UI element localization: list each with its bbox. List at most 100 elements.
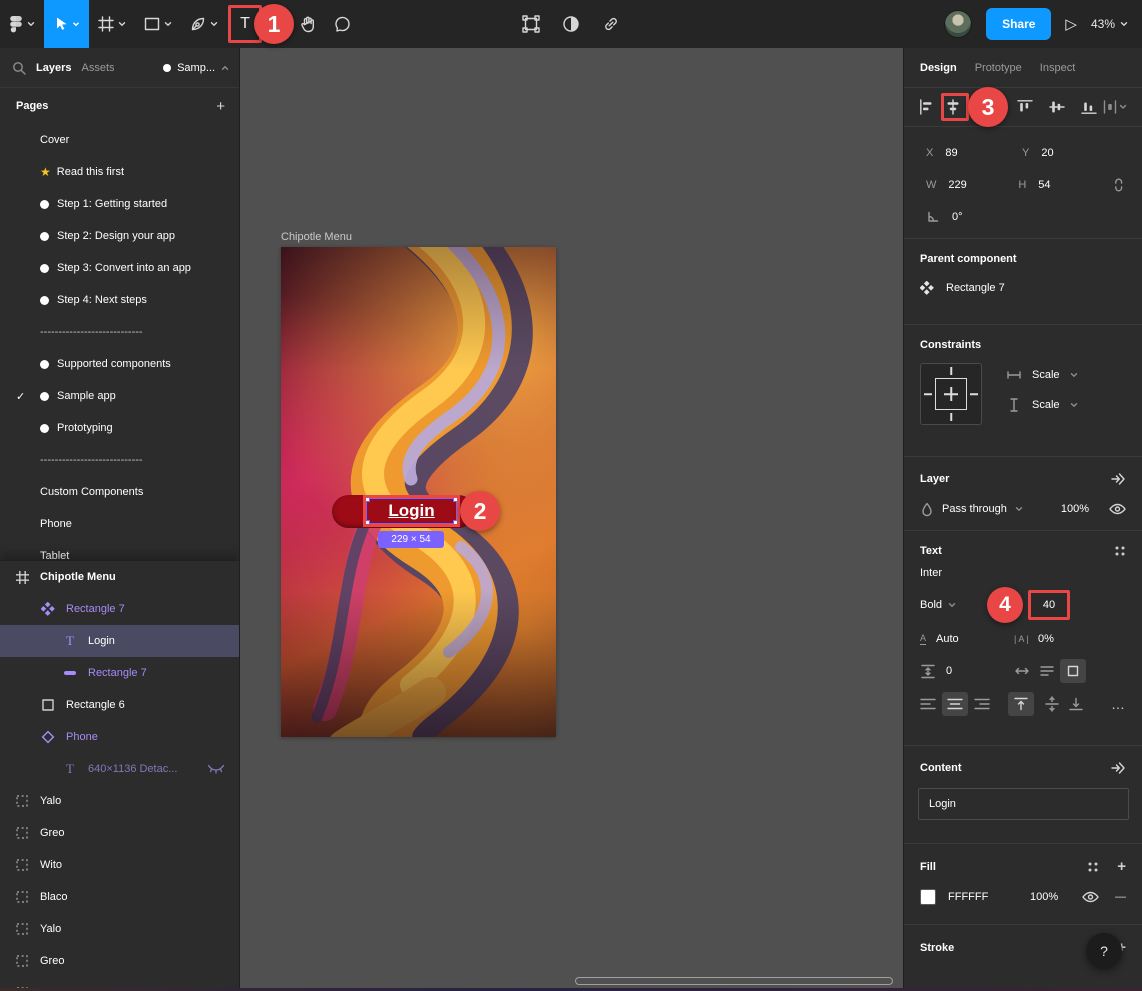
layer-row-chipotle-menu[interactable]: Chipotle Menu bbox=[0, 561, 239, 593]
layer-row-rectangle7-component[interactable]: Rectangle 7 bbox=[0, 593, 239, 625]
share-button[interactable]: Share bbox=[986, 8, 1052, 40]
avatar[interactable] bbox=[944, 10, 973, 38]
layer-row-wito[interactable]: Wito bbox=[0, 849, 239, 881]
edit-object-icon[interactable] bbox=[522, 15, 540, 33]
tab-design[interactable]: Design bbox=[920, 62, 957, 74]
page-item-cover[interactable]: Cover bbox=[0, 124, 239, 156]
font-weight-select[interactable]: Bold bbox=[920, 599, 942, 611]
shape-tool[interactable] bbox=[135, 0, 181, 48]
page-item-sample-app[interactable]: ✓ Sample app bbox=[0, 380, 239, 412]
tab-prototype[interactable]: Prototype bbox=[975, 62, 1022, 74]
constrain-proportions-icon[interactable] bbox=[1111, 177, 1126, 193]
text-align-right-icon[interactable] bbox=[974, 696, 990, 712]
tab-layers[interactable]: Layers bbox=[36, 62, 71, 74]
hidden-eye-icon[interactable] bbox=[207, 764, 225, 774]
layer-row-rectangle7[interactable]: Rectangle 7 bbox=[0, 657, 239, 689]
height-field[interactable]: H 54 bbox=[1018, 179, 1110, 191]
page-item-phone[interactable]: Phone bbox=[0, 508, 239, 540]
comment-tool[interactable] bbox=[325, 0, 360, 48]
type-details-button[interactable]: … bbox=[1111, 696, 1126, 712]
layer-row-blaco[interactable]: Blaco bbox=[0, 881, 239, 913]
add-fill-icon[interactable]: + bbox=[1117, 858, 1126, 875]
letter-spacing-value[interactable]: 0% bbox=[1038, 633, 1054, 645]
horizontal-scrollbar[interactable] bbox=[575, 977, 893, 985]
page-item-prototyping[interactable]: Prototyping bbox=[0, 412, 239, 444]
x-field[interactable]: X 89 bbox=[926, 147, 1022, 159]
paragraph-spacing-value[interactable]: 0 bbox=[946, 665, 952, 677]
zoom-control[interactable]: 43% bbox=[1091, 17, 1128, 31]
page-item-step1[interactable]: Step 1: Getting started bbox=[0, 188, 239, 220]
align-horizontal-center-icon[interactable] bbox=[945, 99, 961, 115]
eye-icon[interactable] bbox=[1082, 891, 1099, 903]
layer-row-greo-1[interactable]: Greo bbox=[0, 817, 239, 849]
page-item-divider[interactable]: ---------------------------- bbox=[0, 444, 239, 476]
align-left-icon[interactable] bbox=[919, 99, 935, 115]
page-selector[interactable]: Samp... bbox=[163, 62, 229, 74]
main-menu-button[interactable] bbox=[0, 0, 44, 48]
canvas[interactable]: Chipotle Menu Login 2 229 × 54 bbox=[240, 48, 903, 991]
layer-opacity-value[interactable]: 100% bbox=[1061, 503, 1089, 515]
blend-mode-row[interactable]: Pass through 100% bbox=[904, 487, 1142, 531]
frame-tool[interactable] bbox=[89, 0, 135, 48]
frame-label[interactable]: Chipotle Menu bbox=[281, 231, 352, 243]
auto-width-icon[interactable] bbox=[1014, 666, 1030, 676]
tab-inspect[interactable]: Inspect bbox=[1040, 62, 1075, 74]
fill-color-swatch[interactable] bbox=[920, 889, 936, 905]
font-size-field[interactable]: 40 bbox=[1028, 590, 1070, 620]
page-item-step3[interactable]: Step 3: Convert into an app bbox=[0, 252, 239, 284]
add-page-icon[interactable]: + bbox=[216, 98, 225, 115]
layer-row-login[interactable]: T Login bbox=[0, 625, 239, 657]
content-input[interactable] bbox=[918, 788, 1129, 820]
layer-row-rectangle6[interactable]: Rectangle 6 bbox=[0, 689, 239, 721]
page-item-divider[interactable]: ---------------------------- bbox=[0, 316, 239, 348]
page-item-step4[interactable]: Step 4: Next steps bbox=[0, 284, 239, 316]
text-selection-box[interactable]: Login bbox=[363, 495, 460, 527]
fill-styles-icon[interactable] bbox=[1087, 861, 1099, 873]
fill-hex-value[interactable]: FFFFFF bbox=[948, 891, 1010, 903]
width-field[interactable]: W 229 bbox=[926, 179, 1018, 191]
auto-height-icon[interactable] bbox=[1040, 665, 1054, 677]
remove-fill-icon[interactable]: — bbox=[1115, 891, 1126, 903]
text-styles-icon[interactable] bbox=[1114, 545, 1126, 557]
selection-handle[interactable] bbox=[453, 520, 460, 527]
rotation-field[interactable]: 0° bbox=[926, 210, 1022, 224]
selection-handle[interactable] bbox=[363, 495, 370, 502]
style-arrow-icon[interactable] bbox=[1110, 760, 1126, 776]
vertical-constraint-select[interactable]: Scale bbox=[1006, 397, 1078, 413]
page-item-supported-components[interactable]: Supported components bbox=[0, 348, 239, 380]
fill-row[interactable]: FFFFFF 100% — bbox=[904, 875, 1142, 919]
mask-icon[interactable] bbox=[562, 15, 580, 33]
text-align-center-button[interactable] bbox=[942, 692, 968, 716]
page-item-read-this-first[interactable]: ★ Read this first bbox=[0, 156, 239, 188]
layer-row-yalo-1[interactable]: Yalo bbox=[0, 785, 239, 817]
align-vertical-center-icon[interactable] bbox=[1049, 99, 1065, 115]
align-top-icon[interactable] bbox=[1017, 99, 1033, 115]
y-field[interactable]: Y 20 bbox=[1022, 147, 1118, 159]
hand-tool[interactable] bbox=[291, 0, 325, 48]
selection-handle[interactable] bbox=[363, 520, 370, 527]
search-icon[interactable] bbox=[12, 61, 26, 75]
layer-row-phone-instance[interactable]: Phone bbox=[0, 721, 239, 753]
layer-row-greo-2[interactable]: Greo bbox=[0, 945, 239, 977]
text-tool[interactable]: T 1 bbox=[227, 0, 294, 48]
layer-row-yalo-2[interactable]: Yalo bbox=[0, 913, 239, 945]
vertical-align-middle-icon[interactable] bbox=[1044, 696, 1060, 712]
layer-row-detached-text[interactable]: T 640×1136 Detac... bbox=[0, 753, 239, 785]
fill-opacity-value[interactable]: 100% bbox=[1030, 891, 1058, 903]
line-height-value[interactable]: Auto bbox=[936, 633, 959, 645]
pen-tool[interactable] bbox=[181, 0, 227, 48]
text-align-left-icon[interactable] bbox=[920, 696, 936, 712]
help-button[interactable]: ? bbox=[1086, 933, 1122, 969]
fixed-size-button[interactable] bbox=[1060, 659, 1086, 683]
move-tool[interactable] bbox=[44, 0, 89, 48]
vertical-align-top-button[interactable] bbox=[1008, 692, 1034, 716]
phone-frame[interactable]: Login 2 229 × 54 bbox=[281, 247, 556, 737]
eye-icon[interactable] bbox=[1109, 503, 1126, 515]
horizontal-constraint-select[interactable]: Scale bbox=[1006, 367, 1078, 383]
align-bottom-icon[interactable] bbox=[1081, 99, 1097, 115]
page-item-custom-components[interactable]: Custom Components bbox=[0, 476, 239, 508]
parent-component-row[interactable]: Rectangle 7 bbox=[904, 265, 1142, 311]
link-icon[interactable] bbox=[602, 15, 620, 33]
font-family-select[interactable]: Inter bbox=[904, 559, 1142, 587]
style-arrow-icon[interactable] bbox=[1110, 471, 1126, 487]
